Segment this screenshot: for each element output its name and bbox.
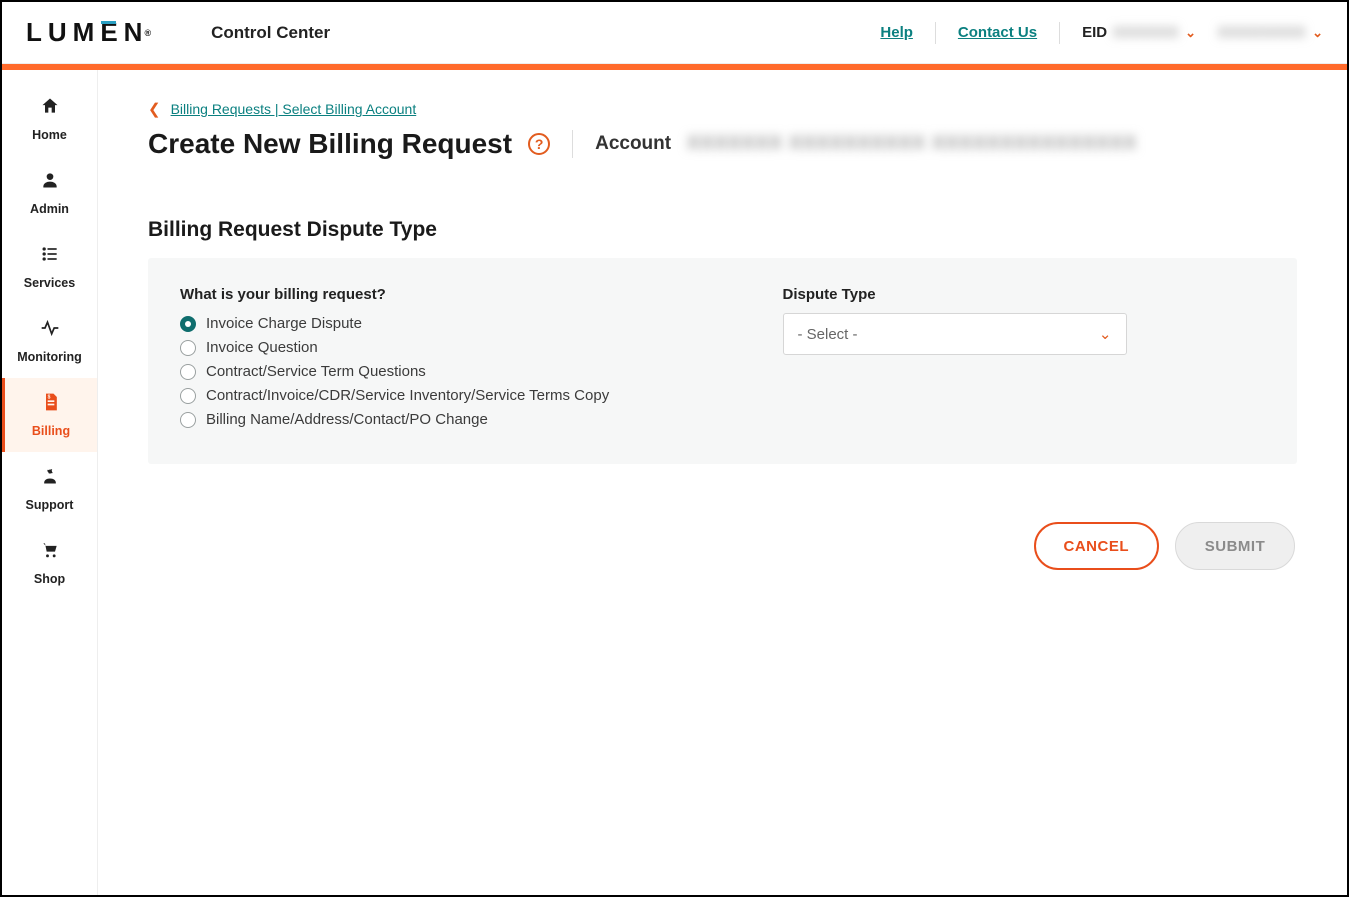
user-dropdown[interactable]: XXXXXXXX ⌄: [1218, 24, 1323, 41]
sidebar-item-support[interactable]: Support: [2, 452, 97, 526]
radio-label: Contract/Service Term Questions: [206, 363, 426, 380]
question-column: What is your billing request? Invoice Ch…: [180, 286, 663, 428]
sidebar-item-services[interactable]: Services: [2, 230, 97, 304]
logo-text-left: LUM: [26, 17, 100, 48]
home-icon: [40, 96, 60, 122]
logo: LUMEN®: [26, 17, 151, 48]
dispute-type-column: Dispute Type - Select - ⌄: [783, 286, 1266, 428]
chevron-down-icon: ⌄: [1099, 325, 1112, 343]
question-label: What is your billing request?: [180, 286, 663, 303]
sidebar-item-label: Shop: [34, 572, 65, 586]
dispute-type-select[interactable]: - Select - ⌄: [783, 313, 1127, 355]
radio-icon: [180, 388, 196, 404]
radio-label: Contract/Invoice/CDR/Service Inventory/S…: [206, 387, 609, 404]
sidebar-item-label: Support: [26, 498, 74, 512]
sidebar-item-home[interactable]: Home: [2, 82, 97, 156]
main-content: ❮ Billing Requests | Select Billing Acco…: [98, 70, 1347, 895]
account-label: Account: [595, 133, 671, 155]
radio-list: Invoice Charge Dispute Invoice Question …: [180, 315, 663, 428]
radio-invoice-question[interactable]: Invoice Question: [180, 339, 663, 356]
dispute-type-label: Dispute Type: [783, 286, 1266, 303]
account-value: XXXXXXX XXXXXXXXXX XXXXXXXXXXXXXXX: [687, 133, 1137, 155]
sidebar-item-label: Services: [24, 276, 75, 290]
sidebar-item-billing[interactable]: $ Billing: [2, 378, 97, 452]
radio-icon: [180, 364, 196, 380]
top-header: LUMEN® Control Center Help Contact Us EI…: [2, 2, 1347, 64]
radio-icon: [180, 340, 196, 356]
eid-value: XXXXXX: [1113, 24, 1179, 41]
sidebar-item-admin[interactable]: Admin: [2, 156, 97, 230]
radio-label: Billing Name/Address/Contact/PO Change: [206, 411, 488, 428]
radio-label: Invoice Question: [206, 339, 318, 356]
cancel-button[interactable]: CANCEL: [1034, 522, 1160, 570]
radio-service-terms-copy[interactable]: Contract/Invoice/CDR/Service Inventory/S…: [180, 387, 663, 404]
radio-contract-service-term[interactable]: Contract/Service Term Questions: [180, 363, 663, 380]
help-link[interactable]: Help: [880, 24, 913, 41]
list-icon: [40, 244, 60, 270]
invoice-icon: $: [41, 392, 61, 418]
top-links: Help Contact Us EID XXXXXX ⌄ XXXXXXXX ⌄: [880, 22, 1323, 44]
sidebar-item-label: Billing: [32, 424, 70, 438]
divider: [572, 130, 573, 158]
logo-letter-e: E: [100, 17, 123, 48]
page-title: Create New Billing Request: [148, 128, 512, 160]
select-value: - Select -: [798, 326, 858, 343]
cart-icon: [40, 540, 60, 566]
eid-dropdown[interactable]: EID XXXXXX ⌄: [1082, 24, 1196, 41]
gear-user-icon: [40, 466, 60, 492]
svg-text:$: $: [48, 395, 51, 401]
sidebar-item-monitoring[interactable]: Monitoring: [2, 304, 97, 378]
chevron-down-icon: ⌄: [1312, 25, 1323, 41]
action-buttons: CANCEL SUBMIT: [148, 522, 1297, 570]
breadcrumb: ❮ Billing Requests | Select Billing Acco…: [148, 100, 1297, 118]
dispute-panel: What is your billing request? Invoice Ch…: [148, 258, 1297, 464]
radio-billing-name-change[interactable]: Billing Name/Address/Contact/PO Change: [180, 411, 663, 428]
sidebar-item-label: Monitoring: [17, 350, 82, 364]
submit-button[interactable]: SUBMIT: [1175, 522, 1295, 570]
user-icon: [40, 170, 60, 196]
breadcrumb-link[interactable]: Billing Requests | Select Billing Accoun…: [171, 101, 417, 117]
radio-label: Invoice Charge Dispute: [206, 315, 362, 332]
app-title: Control Center: [211, 23, 330, 43]
eid-label: EID: [1082, 24, 1107, 41]
divider: [1059, 22, 1060, 44]
sidebar-item-label: Admin: [30, 202, 69, 216]
sidebar: Home Admin Services Monitoring $ Billing: [2, 70, 98, 895]
sidebar-item-label: Home: [32, 128, 67, 142]
section-title: Billing Request Dispute Type: [148, 218, 1297, 242]
help-icon[interactable]: ?: [528, 133, 550, 155]
radio-invoice-charge-dispute[interactable]: Invoice Charge Dispute: [180, 315, 663, 332]
logo-regmark: ®: [144, 28, 151, 38]
user-value: XXXXXXXX: [1218, 24, 1306, 41]
contact-link[interactable]: Contact Us: [958, 24, 1037, 41]
sidebar-item-shop[interactable]: Shop: [2, 526, 97, 600]
page-title-row: Create New Billing Request ? Account XXX…: [148, 128, 1297, 160]
radio-icon: [180, 412, 196, 428]
radio-icon: [180, 316, 196, 332]
chevron-left-icon[interactable]: ❮: [148, 100, 161, 118]
activity-icon: [39, 318, 61, 344]
divider: [935, 22, 936, 44]
chevron-down-icon: ⌄: [1185, 25, 1196, 41]
